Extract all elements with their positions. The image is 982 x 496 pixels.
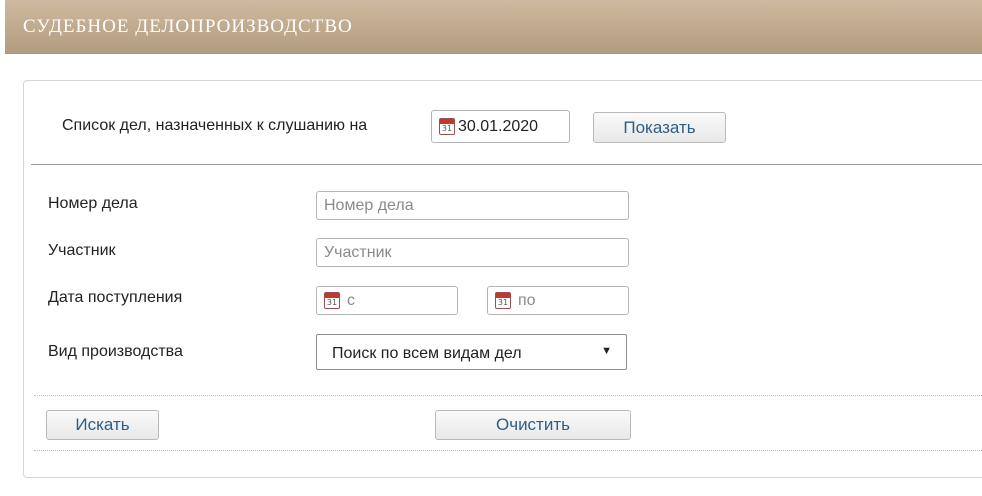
- participant-label: Участник: [48, 242, 116, 259]
- receipt-date-to-field[interactable]: 31: [487, 286, 629, 315]
- clear-button[interactable]: Очистить: [435, 410, 631, 440]
- case-number-input[interactable]: [316, 191, 629, 220]
- receipt-date-label: Дата поступления: [48, 289, 183, 306]
- receipt-date-from-input[interactable]: [343, 287, 457, 314]
- actions-bar: Искать Очистить: [34, 395, 982, 451]
- receipt-date-to-input[interactable]: [514, 287, 628, 314]
- calendar-icon[interactable]: 31: [439, 117, 455, 135]
- show-button[interactable]: Показать: [593, 112, 726, 143]
- search-button[interactable]: Искать: [46, 410, 159, 440]
- page-header: Судебное делопроизводство: [5, 0, 982, 54]
- page-title: Судебное делопроизводство: [23, 16, 353, 37]
- schedule-date-field[interactable]: 31: [431, 110, 570, 143]
- schedule-date-input[interactable]: [454, 111, 568, 142]
- participant-input[interactable]: [316, 238, 629, 267]
- divider: [31, 164, 982, 165]
- proceeding-type-label: Вид производства: [48, 343, 183, 360]
- schedule-label: Список дел, назначенных к слушанию на: [62, 117, 368, 134]
- proceeding-type-select[interactable]: Поиск по всем видам дел ▼: [316, 334, 627, 370]
- proceeding-type-selected: Поиск по всем видам дел: [332, 345, 522, 362]
- calendar-icon[interactable]: 31: [495, 291, 511, 309]
- search-panel: Список дел, назначенных к слушанию на 31…: [23, 80, 982, 478]
- dropdown-arrow-icon: ▼: [601, 345, 612, 357]
- receipt-date-from-field[interactable]: 31: [316, 286, 458, 315]
- calendar-icon[interactable]: 31: [324, 291, 340, 309]
- case-number-label: Номер дела: [48, 195, 138, 212]
